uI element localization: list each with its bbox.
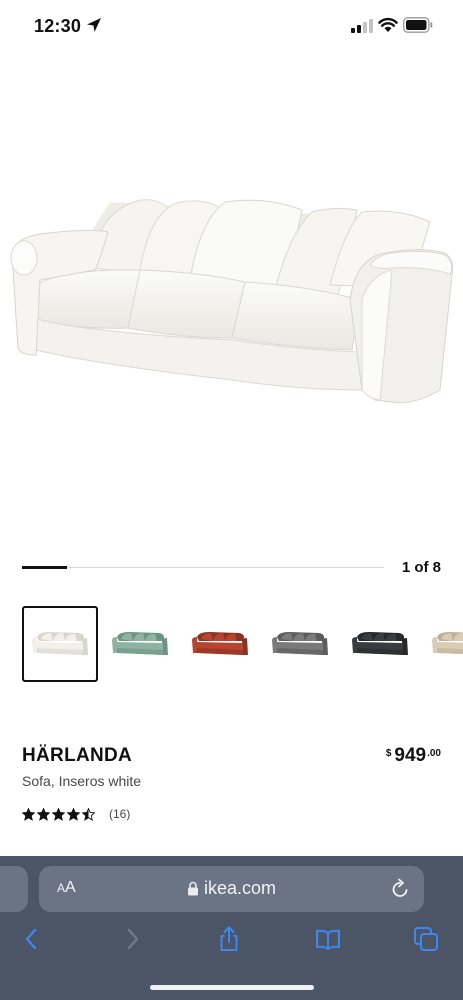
color-thumbnail-beige[interactable] (422, 606, 463, 682)
tabs-button[interactable] (412, 925, 440, 953)
price-main: 949 (394, 745, 427, 766)
product-description: Sofa, Inseros white (22, 773, 142, 789)
color-thumbnail-white[interactable] (22, 606, 98, 682)
carousel-progress-track (22, 567, 384, 568)
reader-aa-button[interactable]: AA (57, 879, 76, 897)
product-rating[interactable]: (16) (22, 807, 130, 821)
rating-stars (22, 807, 95, 821)
wifi-icon (378, 17, 398, 32)
home-indicator (150, 985, 314, 990)
review-count: (16) (109, 807, 131, 821)
lock-icon (188, 881, 198, 896)
carousel-progress-fill (22, 566, 67, 569)
signal-icon (351, 19, 373, 33)
tabs-icon (414, 927, 438, 951)
status-bar: 12:30 (0, 0, 463, 52)
sofa-thumbnail-image (352, 632, 408, 655)
star-full-icon (52, 807, 65, 821)
sofa-thumbnail-image (272, 632, 328, 655)
price-cents: .00 (427, 748, 441, 759)
sofa-thumbnail-image (32, 632, 88, 655)
back-icon (25, 928, 37, 950)
color-thumbnail-dark-gray[interactable] (342, 606, 418, 682)
sofa-thumbnail-image (192, 632, 248, 655)
reload-icon[interactable] (389, 878, 411, 900)
star-full-icon (37, 807, 50, 821)
color-thumbnail-green[interactable] (102, 606, 178, 682)
forward-icon (127, 928, 139, 950)
back-button[interactable] (18, 925, 46, 953)
status-time: 12:30 (34, 16, 82, 36)
location-arrow-icon (87, 18, 101, 32)
bookmarks-icon (316, 929, 340, 950)
product-price: $ 949 .00 (386, 745, 441, 767)
sofa-thumbnail-image (432, 632, 463, 655)
url-text[interactable]: ikea.com (204, 878, 276, 899)
forward-button[interactable] (118, 925, 146, 953)
battery-icon (403, 17, 433, 33)
share-button[interactable] (215, 925, 243, 953)
product-name: HÄRLANDA (22, 745, 133, 766)
color-thumbnail-red[interactable] (182, 606, 258, 682)
sofa-white-image[interactable] (0, 150, 463, 430)
star-full-icon (22, 807, 35, 821)
previous-tab-preview[interactable] (0, 866, 28, 912)
bookmarks-button[interactable] (314, 925, 342, 953)
color-thumbnail-gray[interactable] (262, 606, 338, 682)
color-thumbnail-strip (22, 606, 463, 684)
price-currency: $ (385, 748, 392, 759)
star-half-icon (82, 807, 95, 821)
star-full-icon (67, 807, 80, 821)
sofa-thumbnail-image (112, 632, 168, 655)
share-icon (220, 926, 238, 951)
carousel-page-indicator: 1 of 8 (401, 559, 441, 576)
